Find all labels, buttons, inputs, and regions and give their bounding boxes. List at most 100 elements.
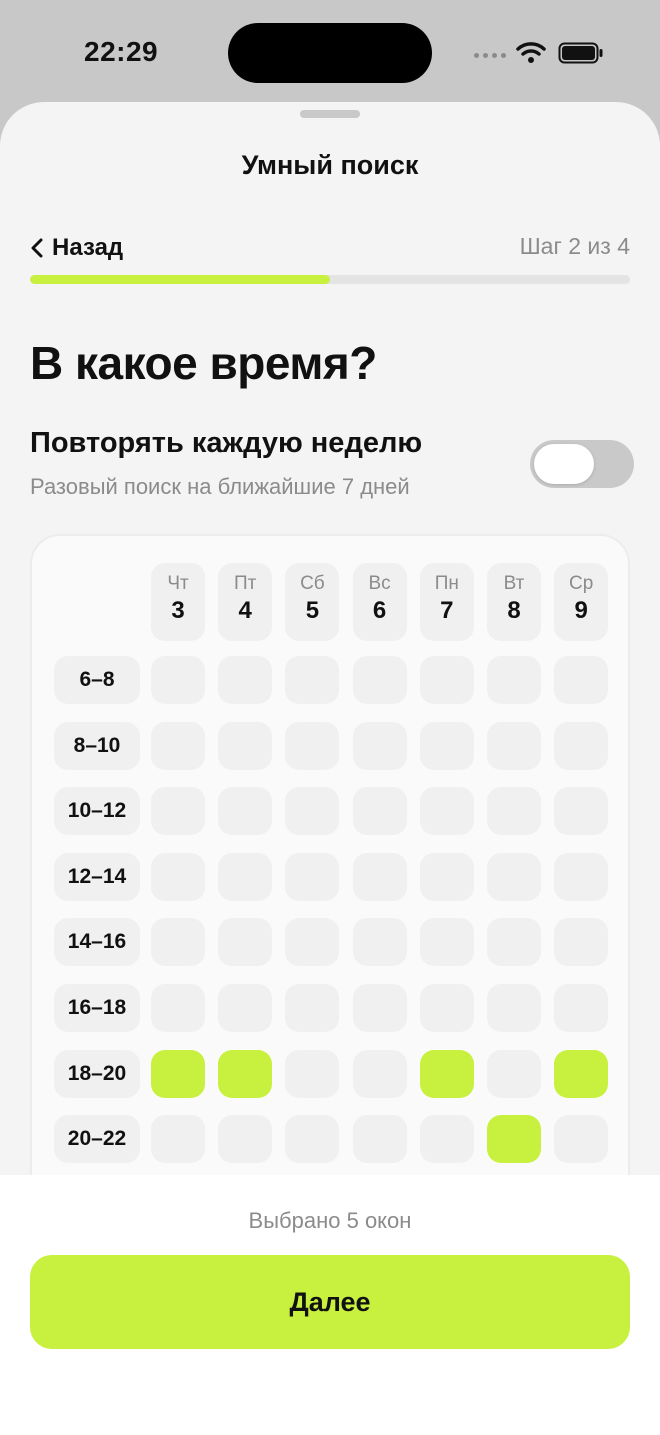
page-heading: В какое время? bbox=[30, 337, 377, 389]
time-slot-label: 20–22 bbox=[54, 1115, 140, 1164]
sheet-grabber[interactable] bbox=[300, 110, 360, 118]
day-number: 8 bbox=[507, 597, 521, 624]
time-slot-cell[interactable] bbox=[487, 656, 541, 704]
time-slot-cell[interactable] bbox=[487, 852, 541, 901]
time-slot-cell[interactable] bbox=[352, 656, 407, 704]
time-slot-cell[interactable] bbox=[352, 1115, 407, 1164]
chevron-left-icon bbox=[31, 238, 43, 258]
time-slot-cell[interactable] bbox=[487, 1049, 541, 1098]
time-slot-cell[interactable] bbox=[554, 984, 609, 1032]
time-slot-cell[interactable] bbox=[419, 852, 474, 901]
time-slot-cell[interactable] bbox=[487, 918, 541, 967]
battery-icon bbox=[558, 42, 603, 64]
time-slot-cell[interactable] bbox=[218, 721, 273, 770]
time-slot-label: 12–14 bbox=[54, 852, 140, 901]
time-slot-cell[interactable] bbox=[487, 1115, 541, 1164]
day-header: Пт 4 bbox=[218, 563, 273, 641]
time-slot-cell[interactable] bbox=[218, 984, 273, 1032]
selected-count: Выбрано 5 окон bbox=[248, 1208, 412, 1233]
progress-bar bbox=[30, 275, 630, 284]
time-slot-cell[interactable] bbox=[285, 852, 340, 901]
time-slot-cell[interactable] bbox=[554, 1049, 609, 1098]
repeat-weekly-title: Повторять каждую неделю bbox=[30, 427, 423, 459]
time-slot-label: 8–10 bbox=[54, 721, 140, 770]
day-number: 6 bbox=[372, 597, 387, 624]
time-slot-cell[interactable] bbox=[151, 656, 205, 704]
progress-fill bbox=[30, 275, 330, 284]
time-slot-cell[interactable] bbox=[151, 787, 205, 836]
time-slot-cell[interactable] bbox=[419, 721, 474, 770]
day-name: Чт bbox=[167, 573, 189, 594]
time-slot-cell[interactable] bbox=[554, 787, 609, 836]
wifi-icon bbox=[516, 42, 546, 63]
status-time: 22:29 bbox=[84, 36, 159, 67]
time-slot-cell[interactable] bbox=[554, 1115, 609, 1164]
time-slot-cell[interactable] bbox=[487, 721, 541, 770]
time-slot-cell[interactable] bbox=[554, 721, 609, 770]
time-slot-cell[interactable] bbox=[554, 656, 609, 704]
toggle-knob bbox=[534, 444, 594, 484]
day-number: 9 bbox=[574, 597, 588, 624]
time-slot-label: 16–18 bbox=[54, 984, 140, 1032]
time-slot-cell[interactable] bbox=[151, 852, 205, 901]
day-header: Вс 6 bbox=[352, 563, 407, 641]
time-slot-cell[interactable] bbox=[285, 918, 340, 967]
time-slot-cell[interactable] bbox=[151, 918, 205, 967]
time-slot-cell[interactable] bbox=[151, 984, 205, 1032]
repeat-weekly-toggle[interactable] bbox=[530, 440, 634, 488]
time-slot-cell[interactable] bbox=[352, 1049, 407, 1098]
time-slot-cell[interactable] bbox=[352, 984, 407, 1032]
day-name: Сб bbox=[300, 573, 325, 594]
time-slot-cell[interactable] bbox=[151, 721, 205, 770]
time-slot-cell[interactable] bbox=[218, 1049, 273, 1098]
sheet-title: Умный поиск bbox=[241, 150, 419, 180]
day-header: Пн 7 bbox=[419, 563, 474, 641]
day-name: Вс bbox=[368, 573, 391, 594]
day-name: Пт bbox=[234, 573, 257, 594]
day-header: Сб 5 bbox=[285, 563, 340, 641]
status-bar: 22:29 bbox=[0, 0, 660, 100]
time-slot-cell[interactable] bbox=[218, 787, 273, 836]
repeat-weekly-subtitle: Разовый поиск на ближайшие 7 дней bbox=[30, 474, 410, 499]
time-slot-cell[interactable] bbox=[554, 918, 609, 967]
time-slot-label: 10–12 bbox=[54, 787, 140, 836]
time-slot-cell[interactable] bbox=[554, 852, 609, 901]
time-slot-cell[interactable] bbox=[352, 787, 407, 836]
back-button[interactable]: Назад bbox=[30, 230, 123, 266]
time-slot-cell[interactable] bbox=[285, 721, 340, 770]
time-slot-cell[interactable] bbox=[218, 852, 273, 901]
time-slot-label: 6–8 bbox=[54, 656, 140, 704]
step-indicator: Шаг 2 из 4 bbox=[519, 233, 630, 259]
cellular-icon bbox=[474, 53, 506, 58]
time-slot-cell[interactable] bbox=[352, 918, 407, 967]
time-slot-cell[interactable] bbox=[419, 656, 474, 704]
time-slot-cell[interactable] bbox=[218, 1115, 273, 1164]
time-slot-cell[interactable] bbox=[419, 984, 474, 1032]
time-slot-cell[interactable] bbox=[419, 918, 474, 967]
time-slot-cell[interactable] bbox=[218, 918, 273, 967]
day-number: 4 bbox=[238, 597, 252, 624]
time-slot-cell[interactable] bbox=[218, 656, 273, 704]
back-label: Назад bbox=[52, 234, 124, 261]
time-slot-cell[interactable] bbox=[419, 787, 474, 836]
time-slot-cell[interactable] bbox=[487, 984, 541, 1032]
next-button[interactable]: Далее bbox=[30, 1255, 630, 1349]
day-name: Вт bbox=[503, 573, 525, 594]
time-slot-cell[interactable] bbox=[285, 787, 340, 836]
time-slot-cell[interactable] bbox=[151, 1115, 205, 1164]
day-number: 3 bbox=[171, 597, 185, 624]
time-slot-cell[interactable] bbox=[285, 656, 340, 704]
time-slot-label: 14–16 bbox=[54, 918, 140, 967]
time-slot-cell[interactable] bbox=[352, 852, 407, 901]
time-slot-cell[interactable] bbox=[151, 1049, 205, 1098]
day-header: Ср 9 bbox=[554, 563, 609, 641]
time-slot-cell[interactable] bbox=[285, 1049, 340, 1098]
time-slot-cell[interactable] bbox=[352, 721, 407, 770]
time-slot-cell[interactable] bbox=[285, 984, 340, 1032]
dynamic-island bbox=[228, 23, 432, 83]
time-slot-cell[interactable] bbox=[419, 1115, 474, 1164]
time-slot-cell[interactable] bbox=[285, 1115, 340, 1164]
time-slot-cell[interactable] bbox=[419, 1049, 474, 1098]
day-name: Пн bbox=[434, 573, 459, 594]
time-slot-cell[interactable] bbox=[487, 787, 541, 836]
